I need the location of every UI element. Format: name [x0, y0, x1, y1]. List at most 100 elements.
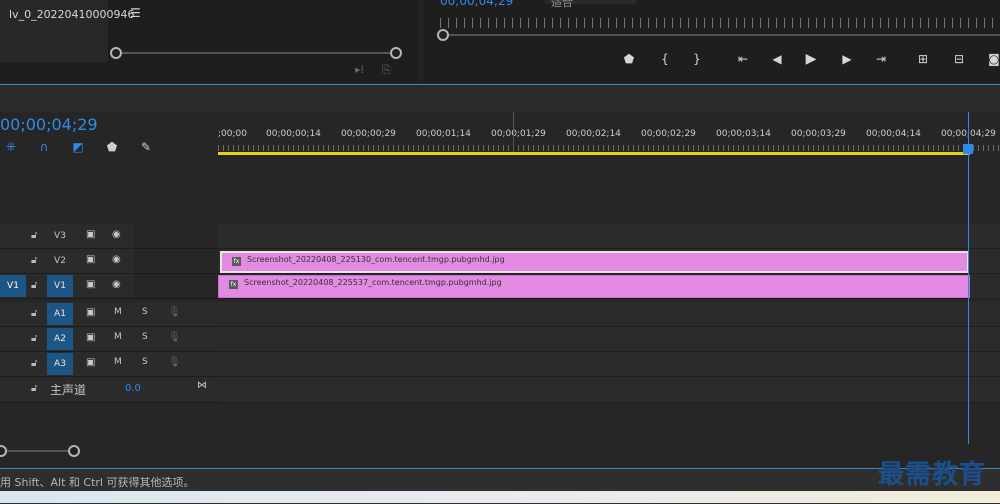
track-v3[interactable] [218, 224, 1000, 249]
clip[interactable]: fx Screenshot_20220408_225537_com.tencent… [218, 275, 970, 298]
lock-icon[interactable]: 🔓︎ [31, 230, 37, 241]
playhead-handle[interactable] [963, 144, 973, 154]
mark-out-icon[interactable]: } [688, 50, 706, 68]
lock-icon[interactable]: 🔓︎ [31, 333, 37, 344]
source-patch-v1[interactable]: V1 [0, 275, 26, 297]
extract-icon[interactable]: ⊟ [950, 50, 968, 68]
timeline-zoom-right-handle[interactable] [68, 445, 80, 457]
solo-button[interactable]: S [142, 332, 148, 342]
export-frame-icon[interactable]: ⎘ [382, 63, 391, 77]
project-scrollbar-left-handle[interactable] [110, 47, 122, 59]
step-back-icon[interactable]: ◀ [768, 50, 786, 68]
solo-button[interactable]: S [142, 357, 148, 367]
track-a2[interactable] [218, 327, 1000, 352]
project-scrollbar-track[interactable] [116, 52, 396, 54]
lock-icon[interactable]: 🔓︎ [31, 308, 37, 319]
track-name[interactable]: V1 [47, 275, 73, 297]
ruler-label: 00;00;01;14 [416, 129, 471, 139]
step-forward-icon[interactable]: ▶ [838, 50, 856, 68]
track-name[interactable]: A1 [47, 303, 73, 325]
ruler-label: 00;00;00;29 [341, 129, 396, 139]
add-marker-flag-icon[interactable]: ◩ [70, 139, 86, 155]
clip-name: Screenshot_20220408_225537_com.tencent.t… [244, 278, 502, 287]
lock-icon[interactable]: 🔓︎ [31, 383, 37, 394]
hamburger-icon[interactable]: ☰ [130, 6, 141, 20]
ruler-label: ;00;00 [218, 129, 247, 139]
go-to-out-icon[interactable]: ⇥ [872, 50, 890, 68]
ruler-label: 00;00;03;29 [791, 129, 846, 139]
wrench-icon[interactable]: ✎ [138, 139, 154, 155]
mute-button[interactable]: M [114, 357, 122, 367]
toggle-sync-icon[interactable]: ▣ [86, 229, 95, 240]
microphone-icon[interactable]: 🎙︎ [168, 332, 181, 343]
track-header-a2: 🔓︎ A2 ▣ M S 🎙︎ [0, 327, 218, 352]
clip[interactable]: fx Screenshot_20220408_225130_com.tencent… [220, 251, 969, 273]
marker-icon[interactable]: ⬟ [620, 50, 638, 68]
toggle-sync-icon[interactable]: ▣ [86, 332, 95, 343]
track-header-a3: 🔓︎ A3 ▣ M S 🎙︎ [0, 352, 218, 377]
master-volume-value[interactable]: 0.0 [125, 383, 141, 394]
program-ruler[interactable] [440, 18, 1000, 28]
track-a1[interactable] [218, 302, 1000, 327]
watermark: 最需教育 [878, 460, 987, 490]
ruler-label: 00;00;03;14 [716, 129, 771, 139]
zoom-select[interactable]: 适合 [545, 0, 636, 9]
mute-button[interactable]: M [114, 332, 122, 342]
snap-icon[interactable]: ⁜ [3, 139, 19, 155]
lock-icon[interactable]: 🔓︎ [31, 358, 37, 369]
master-label: 主声道 [50, 383, 87, 397]
ruler-ticks [218, 145, 1000, 151]
eye-icon[interactable]: ◉ [112, 229, 121, 240]
microphone-icon[interactable]: 🎙︎ [168, 357, 181, 368]
insert-icon[interactable]: ▸⁞ [355, 63, 364, 76]
go-to-in-icon[interactable]: ⇤ [734, 50, 752, 68]
lock-icon[interactable]: 🔓︎ [31, 280, 37, 291]
track-header-a1: 🔓︎ A1 ▣ M S 🎙︎ [0, 302, 218, 327]
go-to-end-icon[interactable]: ⋈ [197, 380, 207, 391]
track-name[interactable]: A3 [47, 353, 73, 375]
playhead-line[interactable] [968, 112, 969, 444]
track-header-v1: V1 🔓︎ V1 ▣ ◉ [0, 274, 218, 299]
track-a3[interactable] [218, 352, 1000, 377]
project-scrollbar-right-handle[interactable] [390, 47, 402, 59]
program-monitor [424, 0, 1000, 82]
solo-button[interactable]: S [142, 307, 148, 317]
track-name[interactable]: V3 [47, 225, 73, 247]
toggle-sync-icon[interactable]: ▣ [86, 357, 95, 368]
fx-icon: fx [232, 257, 241, 266]
background-strip [0, 491, 1000, 503]
status-text: 用 Shift、Alt 和 Ctrl 可获得其他选项。 [0, 476, 195, 489]
ruler-label: 00;00;01;29 [491, 129, 546, 139]
play-icon[interactable]: ▶ [802, 50, 820, 68]
mute-button[interactable]: M [114, 307, 122, 317]
toggle-sync-icon[interactable]: ▣ [86, 307, 95, 318]
marker-icon[interactable]: ⬟ [104, 139, 120, 155]
mark-in-icon[interactable]: { [656, 50, 674, 68]
clip-name: Screenshot_20220408_225130_com.tencent.t… [247, 255, 505, 264]
ruler-label: 00;00;02;14 [566, 129, 621, 139]
track-name[interactable]: V2 [47, 250, 73, 272]
fx-icon: fx [229, 280, 238, 289]
microphone-icon[interactable]: 🎙︎ [168, 307, 181, 318]
linked-selection-icon[interactable]: ∩ [36, 139, 52, 155]
lock-icon[interactable]: 🔓︎ [31, 255, 37, 266]
toggle-sync-icon[interactable]: ▣ [86, 254, 95, 265]
empty-track-area[interactable] [218, 157, 1000, 223]
work-area-bar[interactable] [218, 152, 970, 155]
lift-icon[interactable]: ⊞ [914, 50, 932, 68]
camera-icon[interactable]: ◙ [985, 50, 1000, 68]
timeline-zoom-track[interactable] [0, 450, 72, 452]
eye-icon[interactable]: ◉ [112, 279, 121, 290]
program-scrollbar-handle[interactable] [437, 29, 449, 41]
eye-icon[interactable]: ◉ [112, 254, 121, 265]
playhead-timecode[interactable]: 00;00;04;29 [0, 115, 98, 134]
ruler-label: 00;00;00;14 [266, 129, 321, 139]
program-timecode[interactable]: 00;00;04;29 [440, 0, 513, 8]
toggle-sync-icon[interactable]: ▣ [86, 279, 95, 290]
track-v1[interactable]: fx Screenshot_20220408_225537_com.tencent… [218, 274, 1000, 299]
sequence-tab[interactable]: lv_0_20220410000946 [9, 8, 135, 21]
track-v2[interactable]: fx Screenshot_20220408_225130_com.tencent… [218, 249, 1000, 274]
track-name[interactable]: A2 [47, 328, 73, 350]
program-scrollbar-track[interactable] [444, 34, 1000, 36]
track-master[interactable] [218, 377, 1000, 403]
